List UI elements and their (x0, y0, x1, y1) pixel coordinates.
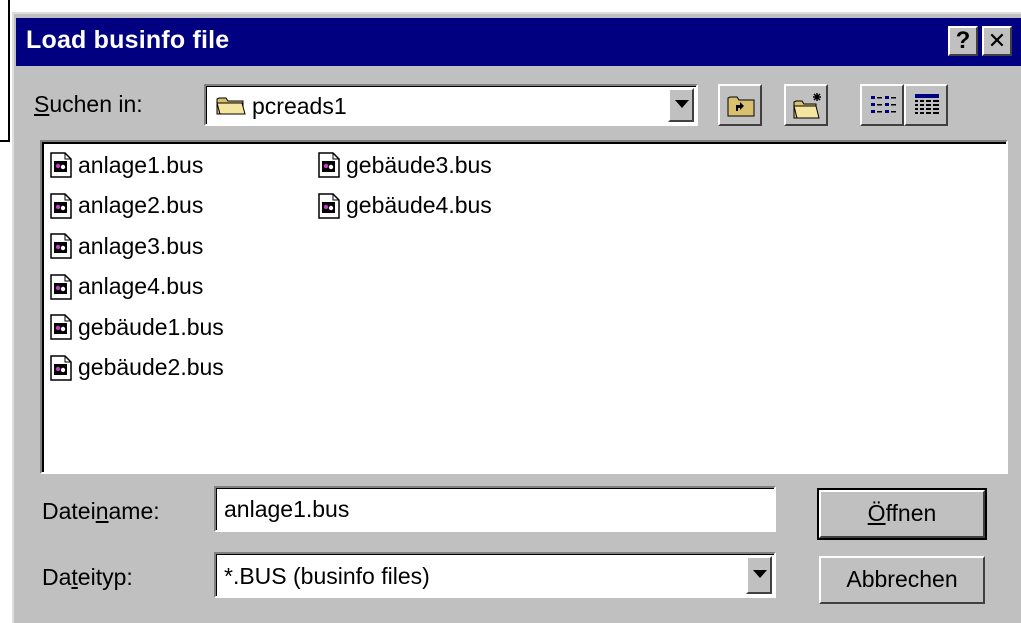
filetype-select[interactable]: *.BUS (businfo files) (214, 552, 776, 598)
filename-label-accel: n (95, 498, 109, 524)
file-list[interactable]: anlage1.bus anlage2.bus anlage3.bus anlage4… (40, 140, 1008, 474)
filetype-dropdown-button[interactable] (746, 556, 772, 594)
up-one-level-button[interactable] (718, 84, 762, 126)
bus-file-icon (318, 192, 340, 219)
look-in-dropdown-button[interactable] (668, 88, 694, 122)
file-item[interactable]: anlage1.bus (50, 150, 203, 180)
details-view-button[interactable] (904, 84, 948, 126)
filetype-value: *.BUS (businfo files) (224, 563, 430, 589)
bus-file-icon (50, 192, 72, 219)
new-folder-icon (793, 93, 821, 119)
file-name: gebäude2.bus (78, 354, 224, 380)
file-item[interactable]: gebäude4.bus (318, 191, 492, 221)
file-item[interactable]: gebäude1.bus (50, 312, 224, 342)
filename-label: Dateiname: (42, 498, 160, 525)
chevron-down-icon (675, 100, 689, 108)
open-button[interactable]: Öffnen (817, 488, 987, 540)
new-folder-button[interactable] (784, 84, 828, 126)
load-file-dialog: Load businfo file ? ✕ Suchen in: pcreads… (12, 12, 1021, 623)
look-in-value: pcreads1 (252, 93, 347, 119)
close-button[interactable]: ✕ (982, 26, 1012, 56)
open-button-accel: Ö (867, 500, 886, 526)
file-name: anlage1.bus (78, 151, 204, 178)
file-item[interactable]: anlage4.bus (50, 272, 203, 302)
file-item[interactable]: gebäude2.bus (50, 353, 224, 383)
look-in-label: Suchen in: (34, 91, 143, 118)
bus-file-icon (50, 354, 72, 381)
title-bar[interactable]: Load businfo file ? ✕ (16, 18, 1021, 66)
list-view-icon (871, 96, 896, 113)
filetype-label-rest: eityp: (77, 564, 133, 590)
details-view-icon (915, 94, 939, 114)
open-button-label: ffnen (885, 500, 937, 526)
list-view-button[interactable] (860, 84, 904, 126)
file-name: gebäude4.bus (346, 192, 492, 218)
file-item[interactable]: anlage3.bus (50, 231, 203, 261)
folder-up-icon (727, 96, 755, 117)
look-in-label-rest: uchen in: (49, 91, 143, 117)
filename-value: anlage1.bus (224, 496, 350, 522)
dialog-title: Load businfo file (26, 26, 230, 54)
filename-label-prefix: Datei (42, 498, 96, 524)
bus-file-icon (50, 273, 72, 300)
background-window-frame (0, 0, 10, 142)
file-name: anlage3.bus (78, 232, 204, 259)
file-item[interactable]: gebäude3.bus (318, 150, 492, 180)
file-name: anlage2.bus (78, 192, 204, 218)
cancel-button[interactable]: Abbrechen (819, 556, 985, 604)
chevron-down-icon (753, 570, 767, 578)
file-name: gebäude1.bus (78, 313, 224, 340)
filename-input[interactable]: anlage1.bus (214, 486, 776, 532)
help-button[interactable]: ? (948, 26, 978, 56)
bus-file-icon (318, 152, 340, 178)
filename-label-rest: ame: (108, 498, 160, 524)
folder-icon (216, 97, 246, 115)
filetype-label: Dateityp: (42, 564, 133, 591)
filetype-label-prefix: Da (42, 564, 72, 590)
bus-file-icon (50, 233, 72, 259)
bus-file-icon (50, 152, 72, 178)
file-name: gebäude3.bus (346, 151, 492, 178)
bus-file-icon (50, 314, 72, 340)
file-name: anlage4.bus (78, 273, 204, 299)
look-in-accel: S (34, 91, 50, 117)
file-item[interactable]: anlage2.bus (50, 191, 203, 221)
look-in-combo[interactable]: pcreads1 (204, 84, 698, 126)
